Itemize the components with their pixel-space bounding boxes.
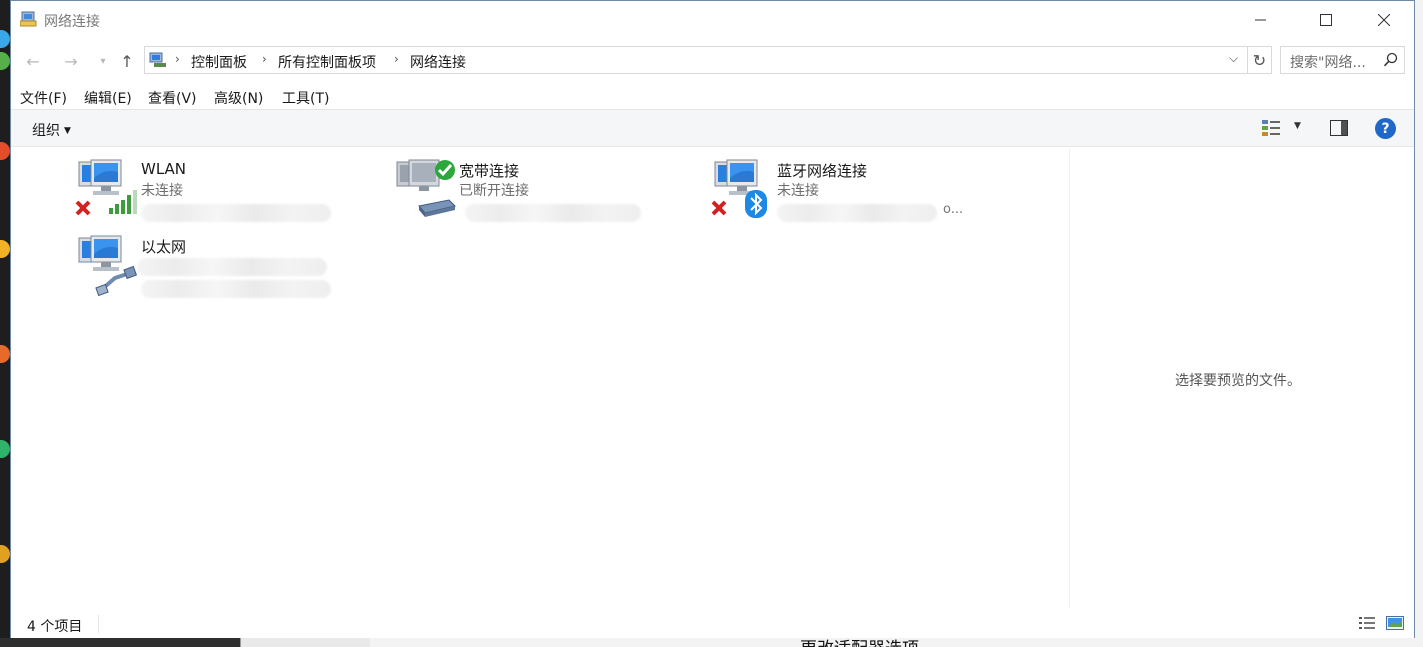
desktop-right-edge bbox=[1415, 0, 1423, 647]
caret-down-icon: ▼ bbox=[1294, 121, 1301, 131]
redacted-adapter-status bbox=[137, 258, 327, 276]
breadcrumb-control-panel[interactable]: 控制面板 bbox=[191, 52, 247, 72]
title-bar: 网络连接 bbox=[11, 1, 1414, 39]
connection-name: 宽带连接 bbox=[459, 162, 520, 180]
view-options-dropdown[interactable]: ▼ bbox=[1294, 121, 1301, 131]
connection-status: 未连接 bbox=[141, 183, 183, 199]
menu-bar: 文件(F) 编辑(E) 查看(V) 高级(N) 工具(T) bbox=[11, 85, 1414, 109]
organize-button[interactable]: 组织 ▼ bbox=[32, 120, 71, 140]
close-button[interactable] bbox=[1361, 1, 1407, 39]
status-bar: 4 个项目 bbox=[11, 608, 1414, 638]
minimize-button[interactable] bbox=[1238, 1, 1284, 39]
network-computer-icon bbox=[75, 159, 137, 216]
search-icon bbox=[1383, 52, 1398, 67]
connection-item-ethernet[interactable]: 以太网 bbox=[75, 234, 375, 304]
connections-list: WLAN 未连接 宽带连接 已断开连接 蓝牙网络连接 未连接 o... 以太网 bbox=[11, 148, 1069, 608]
menu-tools[interactable]: 工具(T) bbox=[282, 88, 329, 108]
redacted-adapter-name bbox=[141, 280, 331, 298]
minimize-icon bbox=[1255, 19, 1266, 21]
large-icons-view-icon[interactable] bbox=[1386, 615, 1404, 631]
control-panel-icon bbox=[149, 52, 166, 67]
command-bar: 组织 ▼ ▼ ? bbox=[11, 109, 1414, 147]
search-placeholder: 搜索"网络... bbox=[1290, 55, 1366, 71]
menu-edit[interactable]: 编辑(E) bbox=[84, 88, 132, 108]
maximize-icon bbox=[1320, 14, 1332, 26]
desktop-app-icon bbox=[0, 30, 10, 48]
taskbar-fragment bbox=[0, 638, 240, 647]
desktop-app-icon bbox=[0, 545, 10, 563]
connection-status: 已断开连接 bbox=[459, 183, 529, 199]
disconnected-x-icon bbox=[711, 200, 727, 216]
connection-item-wlan[interactable]: WLAN 未连接 bbox=[75, 158, 375, 228]
adapter-name-tail: o... bbox=[943, 202, 964, 217]
up-arrow-icon: ↑ bbox=[120, 51, 134, 71]
menu-view[interactable]: 查看(V) bbox=[148, 88, 197, 108]
connection-name: 以太网 bbox=[141, 238, 187, 256]
connection-status: 未连接 bbox=[777, 183, 819, 199]
redacted-adapter-name bbox=[465, 204, 641, 222]
caret-down-icon: ▼ bbox=[64, 126, 71, 136]
breadcrumb-all-items[interactable]: 所有控制面板项 bbox=[278, 52, 376, 72]
back-button[interactable]: ← bbox=[21, 51, 45, 71]
preview-placeholder: 选择要预览的文件。 bbox=[1175, 373, 1301, 389]
status-divider bbox=[98, 615, 99, 633]
modem-icon bbox=[418, 199, 456, 217]
connection-name: 蓝牙网络连接 bbox=[777, 162, 868, 180]
help-icon[interactable]: ? bbox=[1375, 118, 1396, 139]
bluetooth-icon bbox=[745, 190, 767, 218]
menu-file[interactable]: 文件(F) bbox=[20, 88, 67, 108]
connected-check-icon bbox=[435, 160, 455, 180]
breadcrumb-separator: › bbox=[394, 52, 399, 66]
network-computer-icon bbox=[78, 235, 138, 297]
breadcrumb-network-connections[interactable]: 网络连接 bbox=[410, 52, 466, 72]
forward-arrow-icon: → bbox=[64, 51, 78, 71]
desktop-app-icon bbox=[0, 142, 10, 160]
window-title: 网络连接 bbox=[44, 14, 100, 30]
network-connections-window: 网络连接 ← → ▾ ↑ › 控制面板 › 所有控制面板项 › 网络连接 ⌵ ↻… bbox=[10, 0, 1415, 638]
preview-pane: 选择要预览的文件。 bbox=[1069, 148, 1414, 608]
redacted-adapter-name bbox=[777, 204, 937, 222]
search-box[interactable]: 搜索"网络... bbox=[1280, 46, 1405, 74]
desktop-app-icon bbox=[0, 52, 10, 70]
connection-item-bluetooth[interactable]: 蓝牙网络连接 未连接 o... bbox=[711, 158, 1011, 228]
up-button[interactable]: ↑ bbox=[115, 51, 139, 71]
desktop-left-edge bbox=[0, 0, 10, 647]
refresh-button[interactable]: ↻ bbox=[1248, 46, 1272, 74]
menu-advanced[interactable]: 高级(N) bbox=[214, 88, 263, 108]
network-computer-icon bbox=[396, 159, 456, 217]
chevron-down-icon: ⌵ bbox=[1229, 51, 1239, 65]
background-window: 更改适配器选项 bbox=[0, 638, 1423, 647]
desktop-app-icon bbox=[0, 440, 10, 458]
address-dropdown-button[interactable]: ⌵ bbox=[1229, 51, 1238, 66]
address-row: ← → ▾ ↑ › 控制面板 › 所有控制面板项 › 网络连接 ⌵ ↻ 搜索"网… bbox=[11, 41, 1414, 79]
desktop-app-icon bbox=[0, 345, 10, 363]
maximize-button[interactable] bbox=[1303, 1, 1349, 39]
network-computer-icon bbox=[711, 159, 767, 218]
item-count: 4 个项目 bbox=[27, 619, 83, 635]
recent-locations-button[interactable]: ▾ bbox=[91, 51, 115, 71]
breadcrumb-separator: › bbox=[262, 52, 267, 66]
breadcrumb-separator: › bbox=[175, 52, 180, 66]
chevron-down-icon: ▾ bbox=[100, 55, 106, 67]
refresh-icon: ↻ bbox=[1252, 50, 1267, 70]
disconnected-x-icon bbox=[75, 200, 91, 216]
address-bar[interactable]: › 控制面板 › 所有控制面板项 › 网络连接 ⌵ bbox=[144, 46, 1248, 74]
back-arrow-icon: ← bbox=[26, 51, 40, 71]
desktop-app-icon bbox=[0, 240, 10, 258]
preview-pane-icon[interactable] bbox=[1330, 120, 1348, 136]
change-view-icon[interactable] bbox=[1261, 119, 1283, 137]
background-panel bbox=[240, 638, 370, 647]
redacted-adapter-name bbox=[141, 204, 331, 222]
connection-item-broadband[interactable]: 宽带连接 已断开连接 bbox=[393, 158, 693, 228]
organize-label: 组织 bbox=[32, 123, 60, 139]
details-view-icon[interactable] bbox=[1358, 616, 1376, 630]
forward-button[interactable]: → bbox=[59, 51, 83, 71]
connection-name: WLAN bbox=[141, 160, 187, 178]
close-icon bbox=[1378, 14, 1390, 26]
network-folder-icon bbox=[20, 11, 37, 27]
